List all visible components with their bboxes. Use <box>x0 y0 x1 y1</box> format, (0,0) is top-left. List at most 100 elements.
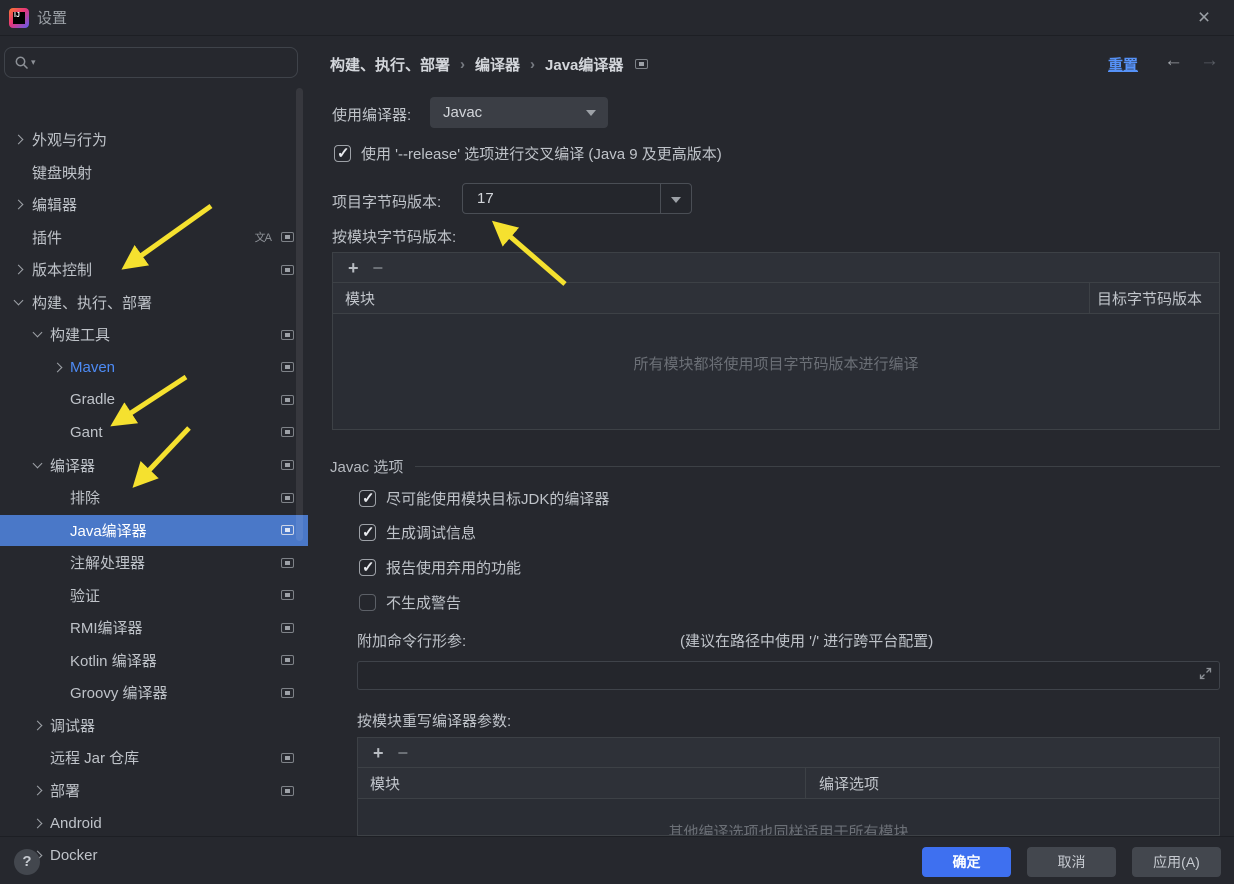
sidebar-item-groovy-compiler[interactable]: Groovy 编译器 <box>0 677 308 708</box>
dialog-footer: ? 确定 取消 应用(A) <box>0 836 1234 884</box>
javac-option-row[interactable]: 不生成警告 <box>359 592 461 613</box>
chevron-down-icon[interactable] <box>14 295 24 305</box>
breadcrumb-item[interactable]: 构建、执行、部署 <box>330 54 450 75</box>
screen-icon <box>635 59 648 69</box>
checkbox[interactable] <box>359 559 376 576</box>
sidebar-item-label: Gant <box>70 424 103 441</box>
sidebar-item-build-tools[interactable]: 构建工具 <box>0 319 308 350</box>
sidebar-item-java-compiler[interactable]: Java编译器 <box>0 515 308 546</box>
chevron-down-icon <box>671 197 681 203</box>
column-module[interactable]: 模块 <box>370 773 400 794</box>
javac-options-title: Javac 选项 <box>330 456 403 477</box>
sidebar-item-label: 编辑器 <box>32 194 77 215</box>
chevron-right-icon[interactable] <box>33 786 43 796</box>
sidebar-item-android[interactable]: Android <box>0 808 308 839</box>
chevron-right-icon[interactable] <box>14 200 24 210</box>
javac-option-row[interactable]: 报告使用弃用的功能 <box>359 557 521 578</box>
reset-link[interactable]: 重置 <box>1108 54 1138 75</box>
sidebar-item-label: 构建、执行、部署 <box>32 292 152 313</box>
sidebar-item-label: 调试器 <box>50 715 95 736</box>
release-checkbox-label: 使用 '--release' 选项进行交叉编译 (Java 9 及更高版本) <box>361 143 722 164</box>
override-params-label: 按模块重写编译器参数: <box>357 710 511 731</box>
compiler-dropdown[interactable]: Javac <box>430 97 608 128</box>
sidebar-item-label: 外观与行为 <box>32 129 107 150</box>
sidebar-scrollbar[interactable] <box>296 88 303 541</box>
chevron-right-icon[interactable] <box>33 720 43 730</box>
sidebar-item-deployment[interactable]: 部署 <box>0 775 308 806</box>
screen-icon <box>281 786 294 796</box>
screen-icon <box>281 590 294 600</box>
cmdline-params-label: 附加命令行形参: <box>357 630 466 651</box>
remove-icon: − <box>373 259 384 277</box>
back-arrow-icon[interactable]: ← <box>1164 50 1183 72</box>
chevron-down-icon <box>586 110 596 116</box>
javac-option-row[interactable]: 生成调试信息 <box>359 522 476 543</box>
cmdline-params-input[interactable] <box>357 661 1220 690</box>
cancel-button[interactable]: 取消 <box>1027 847 1116 877</box>
sidebar-item-excludes[interactable]: 排除 <box>0 482 308 513</box>
row-icons <box>281 515 294 546</box>
sidebar-item-annotation-processors[interactable]: 注解处理器 <box>0 547 308 578</box>
screen-icon <box>281 265 294 275</box>
bytecode-version-label: 项目字节码版本: <box>332 191 441 212</box>
column-module[interactable]: 模块 <box>345 288 375 309</box>
sidebar-item-keymap[interactable]: 键盘映射 <box>0 157 308 188</box>
checkbox-label: 报告使用弃用的功能 <box>386 557 521 578</box>
sidebar-item-appearance-behavior[interactable]: 外观与行为 <box>0 124 308 155</box>
help-button[interactable]: ? <box>14 849 40 875</box>
screen-icon <box>281 493 294 503</box>
search-input[interactable]: ▾ <box>4 47 298 78</box>
sidebar-item-validation[interactable]: 验证 <box>0 580 308 611</box>
chevron-right-icon[interactable] <box>14 265 24 275</box>
sidebar-item-kotlin-compiler[interactable]: Kotlin 编译器 <box>0 645 308 676</box>
javac-option-row[interactable]: 尽可能使用模块目标JDK的编译器 <box>359 488 609 509</box>
checkbox[interactable] <box>359 490 376 507</box>
sidebar-item-rmi-compiler[interactable]: RMI编译器 <box>0 612 308 643</box>
chevron-right-icon[interactable] <box>33 818 43 828</box>
chevron-right-icon[interactable] <box>14 135 24 145</box>
sidebar-item-plugins[interactable]: 插件文A <box>0 222 308 253</box>
add-icon[interactable]: + <box>348 259 359 277</box>
apply-button[interactable]: 应用(A) <box>1132 847 1221 877</box>
column-compile-options[interactable]: 编译选项 <box>819 773 879 794</box>
sidebar-item-label: RMI编译器 <box>70 617 143 638</box>
expand-icon[interactable] <box>1199 667 1212 680</box>
row-icons <box>281 612 294 643</box>
chevron-down-icon[interactable] <box>33 458 43 468</box>
checkbox[interactable] <box>359 594 376 611</box>
sidebar-item-remote-jar-repos[interactable]: 远程 Jar 仓库 <box>0 742 308 773</box>
sidebar-item-label: 构建工具 <box>50 324 110 345</box>
column-target-bytecode[interactable]: 目标字节码版本 <box>1097 288 1202 309</box>
sidebar-item-maven[interactable]: Maven <box>0 352 308 383</box>
intellij-logo-icon: IJ <box>9 8 29 28</box>
close-icon[interactable]: × <box>1190 4 1218 32</box>
release-option-row[interactable]: 使用 '--release' 选项进行交叉编译 (Java 9 及更高版本) <box>334 143 722 164</box>
ok-button[interactable]: 确定 <box>922 847 1011 877</box>
chevron-right-icon[interactable] <box>53 362 63 372</box>
breadcrumb-item[interactable]: 编译器 <box>475 54 520 75</box>
sidebar-item-gradle[interactable]: Gradle <box>0 384 308 415</box>
sidebar-item-compiler[interactable]: 编译器 <box>0 450 308 481</box>
row-icons <box>281 254 294 285</box>
sidebar-item-label: 远程 Jar 仓库 <box>50 747 139 768</box>
chevron-down-icon[interactable] <box>33 328 43 338</box>
sidebar-item-editor[interactable]: 编辑器 <box>0 189 308 220</box>
screen-icon <box>281 330 294 340</box>
row-icons <box>281 384 294 415</box>
checkbox[interactable] <box>359 524 376 541</box>
row-icons <box>281 417 294 448</box>
bytecode-version-combobox[interactable]: 17 <box>462 183 692 214</box>
sidebar-item-build-execution-deployment[interactable]: 构建、执行、部署 <box>0 287 308 318</box>
row-icons <box>281 482 294 513</box>
sidebar-item-debugger[interactable]: 调试器 <box>0 710 308 741</box>
sidebar-item-version-control[interactable]: 版本控制 <box>0 254 308 285</box>
breadcrumb-item[interactable]: Java编译器 <box>545 54 623 75</box>
per-module-bytecode-label: 按模块字节码版本: <box>332 226 456 247</box>
release-checkbox[interactable] <box>334 145 351 162</box>
sidebar-item-label: Kotlin 编译器 <box>70 650 157 671</box>
sidebar-item-label: 插件 <box>32 227 62 248</box>
sidebar-item-gant[interactable]: Gant <box>0 417 308 448</box>
add-icon[interactable]: + <box>373 744 384 762</box>
sidebar-item-label: Gradle <box>70 391 115 408</box>
search-options-caret-icon[interactable]: ▾ <box>31 57 36 68</box>
